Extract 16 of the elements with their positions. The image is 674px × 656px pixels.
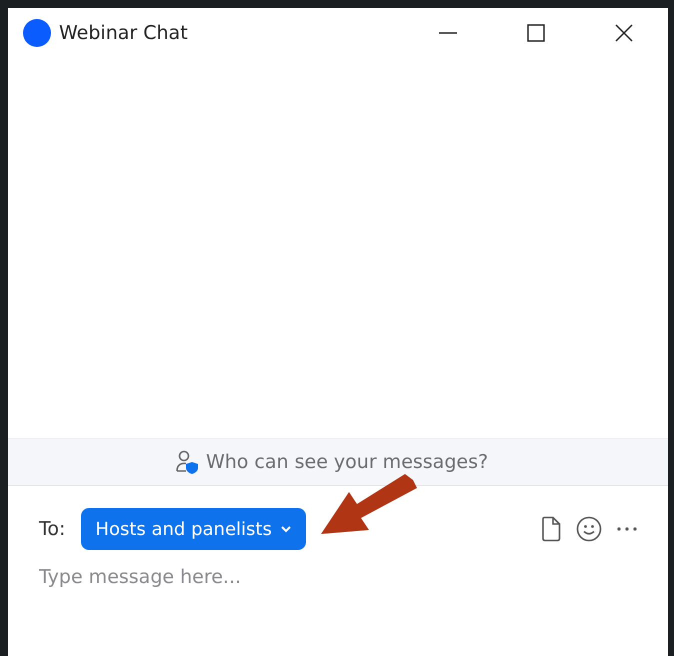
person-shield-icon [174,449,200,475]
app-logo-icon [23,19,51,47]
privacy-notice-link[interactable]: Who can see your messages? [206,451,488,473]
smiley-icon [576,516,602,542]
file-icon [540,516,562,542]
close-icon [614,23,634,43]
window-title: Webinar Chat [59,22,188,44]
chevron-down-icon [280,525,292,533]
recipient-label: To: [39,518,66,540]
maximize-icon [526,23,546,43]
more-icon [616,526,638,532]
emoji-button[interactable] [576,516,602,542]
minimize-icon [439,32,457,34]
more-button[interactable] [616,526,638,532]
file-button[interactable] [540,516,562,542]
recipient-dropdown[interactable]: Hosts and panelists [81,508,306,550]
